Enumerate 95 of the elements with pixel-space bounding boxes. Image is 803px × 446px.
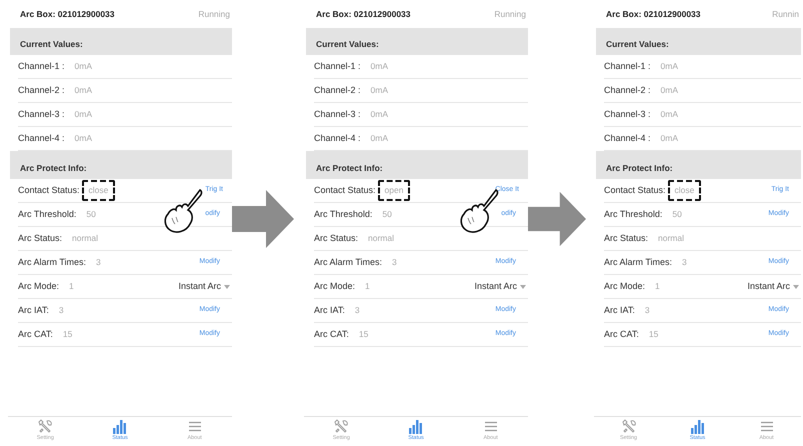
field-value: 1 bbox=[365, 280, 370, 293]
status-text: Runnin bbox=[772, 8, 799, 20]
field-label: Channel-3 : bbox=[18, 108, 65, 121]
field-label: Channel-3 : bbox=[604, 108, 651, 121]
field-value: close bbox=[668, 180, 702, 201]
field-label: Channel-4 : bbox=[604, 132, 651, 145]
mode-dropdown[interactable]: Instant Arc bbox=[474, 280, 526, 294]
field-label: Channel-1 : bbox=[604, 60, 651, 73]
field-label: Arc IAT: bbox=[314, 304, 345, 317]
field-value: 0mA bbox=[74, 132, 92, 145]
field-label: Channel-3 : bbox=[314, 108, 361, 121]
field-label: Arc Threshold: bbox=[604, 208, 662, 221]
field-value: 0mA bbox=[74, 108, 92, 121]
field-label: Arc Status: bbox=[314, 232, 358, 245]
field-label: Arc Alarm Times: bbox=[314, 256, 382, 269]
section-title: Arc Protect Info: bbox=[316, 162, 383, 175]
field-label: Arc CAT: bbox=[314, 328, 349, 341]
field-label: Arc Threshold: bbox=[18, 208, 76, 221]
field-value: 0mA bbox=[370, 108, 388, 121]
field-label: Channel-2 : bbox=[604, 84, 651, 97]
field-label: Contact Status: bbox=[314, 184, 376, 197]
field-value: 50 bbox=[672, 208, 682, 221]
section-title: Current Values: bbox=[606, 38, 669, 51]
mode-dropdown[interactable]: Instant Arc bbox=[178, 280, 230, 294]
menu-icon bbox=[758, 419, 774, 434]
field-value: close bbox=[82, 180, 116, 201]
field-value: 3 bbox=[682, 256, 687, 269]
screen-title: Arc Box: 021012900033 bbox=[316, 8, 411, 20]
field-value: 0mA bbox=[660, 60, 678, 73]
screen-title: Arc Box: 021012900033 bbox=[606, 8, 701, 20]
menu-icon bbox=[186, 419, 203, 434]
field-value: 50 bbox=[86, 208, 96, 221]
field-value: 3 bbox=[58, 304, 64, 317]
field-label: Arc CAT: bbox=[604, 328, 639, 341]
status-text: Running bbox=[198, 8, 230, 20]
field-value: 3 bbox=[354, 304, 360, 317]
field-label: Arc CAT: bbox=[18, 328, 53, 341]
field-value: 0mA bbox=[370, 132, 388, 145]
field-value: 0mA bbox=[660, 132, 678, 145]
field-label: Arc Alarm Times: bbox=[604, 256, 672, 269]
mode-dropdown[interactable]: Instant Arc bbox=[747, 280, 799, 294]
caret-icon bbox=[793, 284, 799, 288]
caret-icon bbox=[520, 284, 526, 288]
field-label: Arc Status: bbox=[18, 232, 62, 245]
field-label: Arc Mode: bbox=[604, 280, 646, 293]
field-value: 0mA bbox=[660, 108, 678, 121]
field-value: 1 bbox=[69, 280, 74, 293]
field-value: open bbox=[378, 180, 410, 201]
field-value: normal bbox=[658, 232, 684, 245]
field-label: Channel-1 : bbox=[314, 60, 361, 73]
arrow-drawing bbox=[232, 190, 294, 248]
section-title: Arc Protect Info: bbox=[20, 162, 87, 175]
status-text: Running bbox=[494, 8, 526, 20]
bar-chart-icon bbox=[112, 419, 128, 434]
field-label: Arc IAT: bbox=[604, 304, 635, 317]
field-value: 15 bbox=[358, 328, 368, 341]
field-label: Arc Threshold: bbox=[314, 208, 372, 221]
section-title: Current Values: bbox=[316, 38, 379, 51]
arrow-drawing bbox=[528, 190, 586, 248]
bar-chart-icon bbox=[690, 419, 706, 434]
field-value: normal bbox=[72, 232, 98, 245]
field-label: Arc Mode: bbox=[18, 280, 60, 293]
field-label: Contact Status: bbox=[604, 184, 666, 197]
tools-icon bbox=[620, 419, 636, 434]
field-label: Arc Alarm Times: bbox=[18, 256, 86, 269]
caret-icon bbox=[224, 284, 230, 288]
field-label: Channel-4 : bbox=[314, 132, 361, 145]
field-label: Contact Status: bbox=[18, 184, 80, 197]
field-value: normal bbox=[368, 232, 394, 245]
field-label: Arc Status: bbox=[604, 232, 648, 245]
tools-icon bbox=[333, 419, 350, 434]
field-value: 0mA bbox=[74, 84, 92, 97]
field-value: 3 bbox=[392, 256, 397, 269]
field-label: Channel-1 : bbox=[18, 60, 65, 73]
bar-chart-icon bbox=[408, 419, 424, 434]
field-value: 3 bbox=[96, 256, 101, 269]
field-value: 15 bbox=[62, 328, 72, 341]
tools-icon bbox=[37, 419, 54, 434]
menu-icon bbox=[482, 419, 499, 434]
section-title: Current Values: bbox=[20, 38, 83, 51]
field-label: Arc Mode: bbox=[314, 280, 356, 293]
field-value: 50 bbox=[382, 208, 392, 221]
field-label: Channel-2 : bbox=[18, 84, 65, 97]
screen-title: Arc Box: 021012900033 bbox=[20, 8, 115, 20]
field-label: Channel-2 : bbox=[314, 84, 361, 97]
field-label: Channel-4 : bbox=[18, 132, 65, 145]
field-value: 0mA bbox=[370, 60, 388, 73]
field-value: 1 bbox=[655, 280, 660, 293]
field-value: 0mA bbox=[370, 84, 388, 97]
section-title: Arc Protect Info: bbox=[606, 162, 673, 175]
field-value: 3 bbox=[644, 304, 650, 317]
field-value: 0mA bbox=[660, 84, 678, 97]
field-value: 15 bbox=[648, 328, 658, 341]
field-label: Arc IAT: bbox=[18, 304, 49, 317]
field-value: 0mA bbox=[74, 60, 92, 73]
